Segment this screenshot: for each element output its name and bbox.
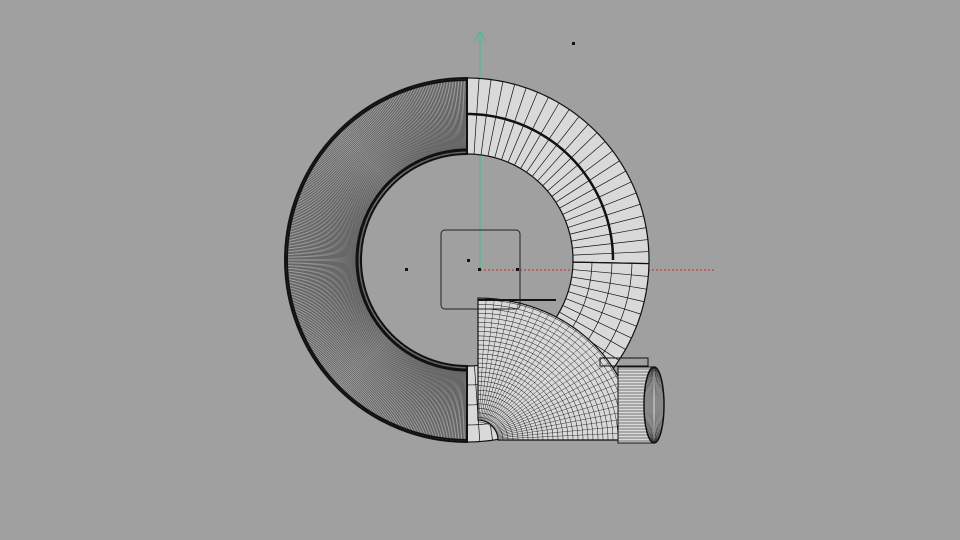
ring-wire-line bbox=[291, 289, 366, 311]
wireframe-scene[interactable] bbox=[0, 0, 960, 540]
vertex-dot-icon[interactable] bbox=[572, 42, 575, 45]
ring-wire-line bbox=[288, 281, 364, 299]
vertex-dot-icon[interactable] bbox=[478, 268, 481, 271]
ring-wire-line bbox=[345, 338, 397, 396]
vertex-dot-icon[interactable] bbox=[405, 268, 408, 271]
ring-wire-line bbox=[346, 123, 397, 181]
ring-wire-line bbox=[427, 363, 445, 438]
ring-wire-line bbox=[289, 282, 364, 300]
ring-wire-line bbox=[291, 209, 366, 231]
ring-wire-line bbox=[307, 311, 375, 349]
ring-wire-line bbox=[307, 171, 375, 209]
ring-wire-line bbox=[331, 330, 389, 382]
vertex-dot-icon[interactable] bbox=[467, 259, 470, 262]
ring-wire-line bbox=[329, 140, 388, 191]
ring-wire-line bbox=[285, 240, 362, 250]
ring-wire-line bbox=[332, 136, 389, 189]
ring-wire-line bbox=[289, 220, 364, 238]
ring-wire-line bbox=[286, 273, 362, 284]
ring-wire-line bbox=[345, 124, 397, 182]
ring-wire-line bbox=[454, 78, 460, 155]
ring-wire-line bbox=[378, 352, 416, 420]
ring-wire-line bbox=[428, 81, 446, 157]
ring-wire-line bbox=[416, 361, 438, 436]
ring-wire-line bbox=[285, 270, 362, 280]
ring-wire-line bbox=[285, 267, 362, 273]
ring-wire-line bbox=[285, 247, 362, 253]
ring-wire-line bbox=[285, 258, 362, 260]
ring-wire-line bbox=[443, 79, 454, 155]
ring-wire-line bbox=[416, 84, 438, 159]
ring-wire-line bbox=[428, 363, 446, 439]
ring-wire-line bbox=[454, 365, 460, 442]
3d-viewport[interactable] bbox=[0, 0, 960, 540]
ring-wire-line bbox=[343, 125, 396, 182]
ring-wire-line bbox=[378, 100, 416, 168]
ring-wire-line bbox=[330, 330, 388, 381]
ring-wire-line bbox=[329, 329, 388, 380]
ring-wire-line bbox=[465, 365, 467, 442]
ring-wire-line bbox=[443, 365, 454, 441]
ring-wire-line bbox=[285, 260, 362, 262]
ring-wire-line bbox=[330, 139, 388, 190]
ring-wire-line bbox=[347, 122, 398, 181]
ring-wire-line bbox=[343, 338, 396, 395]
ring-wire-line bbox=[465, 78, 467, 155]
ring-wire-line bbox=[347, 339, 398, 398]
ring-wire-line bbox=[447, 365, 457, 442]
ring-wire-line bbox=[288, 221, 364, 239]
ring-wire-line bbox=[332, 331, 389, 384]
ring-wire-line bbox=[447, 78, 457, 155]
ring-wire-line bbox=[286, 236, 362, 247]
ring-wire-line bbox=[346, 339, 397, 397]
vertex-dot-icon[interactable] bbox=[516, 268, 519, 271]
ring-wire-line bbox=[427, 82, 445, 157]
ring-wire-line bbox=[331, 138, 389, 190]
